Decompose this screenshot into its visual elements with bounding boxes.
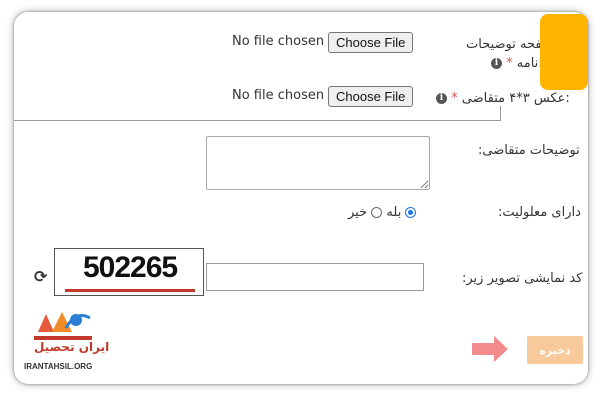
- form-panel: No file chosen Choose File صفحه توضیحات …: [14, 12, 588, 384]
- disability-label: دارای معلولیت:: [498, 205, 581, 220]
- info-icon[interactable]: i: [491, 58, 502, 69]
- option-yes-label: بله: [386, 205, 402, 220]
- captcha-underline: [65, 289, 195, 292]
- logo-name: ایران تحصیل: [34, 340, 110, 354]
- captcha-label: کد نمایشی تصویر زیر:: [462, 271, 583, 286]
- divider: [14, 120, 500, 121]
- choose-file-button-2[interactable]: Choose File: [328, 86, 414, 107]
- disability-options: بله خیر: [348, 205, 417, 220]
- required-mark: *: [451, 91, 458, 106]
- divider-vertical: [500, 106, 501, 121]
- description-textarea[interactable]: [206, 136, 430, 190]
- radio-yes[interactable]: [371, 207, 383, 218]
- option-no-label: خیر: [348, 205, 368, 220]
- radio-no[interactable]: [405, 207, 417, 218]
- arrow-right-icon: [472, 336, 508, 362]
- file-row-1-label-line2: نامه:: [516, 56, 543, 71]
- logo: ایران تحصیل: [32, 308, 109, 368]
- info-icon[interactable]: i: [436, 93, 447, 104]
- logo-site: IRANTAHSIL.ORG: [24, 362, 93, 371]
- file-row-2-label-wrap: i * عکس ۳*۴ متقاضی:: [436, 91, 570, 106]
- file-row-1-label-line2-wrap: i * نامه:: [491, 56, 543, 71]
- description-label: توضیحات متقاضی:: [478, 143, 580, 158]
- accent-block: [540, 14, 588, 90]
- captcha-code: 502265: [83, 251, 178, 284]
- no-file-text-1: No file chosen: [232, 34, 325, 49]
- choose-file-button-1[interactable]: Choose File: [328, 32, 414, 53]
- logo-graphic: [32, 312, 92, 340]
- captcha-input[interactable]: [206, 263, 424, 291]
- save-button[interactable]: ذخیره: [527, 336, 583, 364]
- no-file-text-2: No file chosen: [232, 88, 325, 103]
- captcha-image: 502265: [54, 248, 204, 296]
- required-mark: *: [506, 56, 513, 71]
- refresh-icon[interactable]: ⟳: [34, 267, 47, 286]
- file-row-2-label: عکس ۳*۴ متقاضی:: [461, 91, 570, 106]
